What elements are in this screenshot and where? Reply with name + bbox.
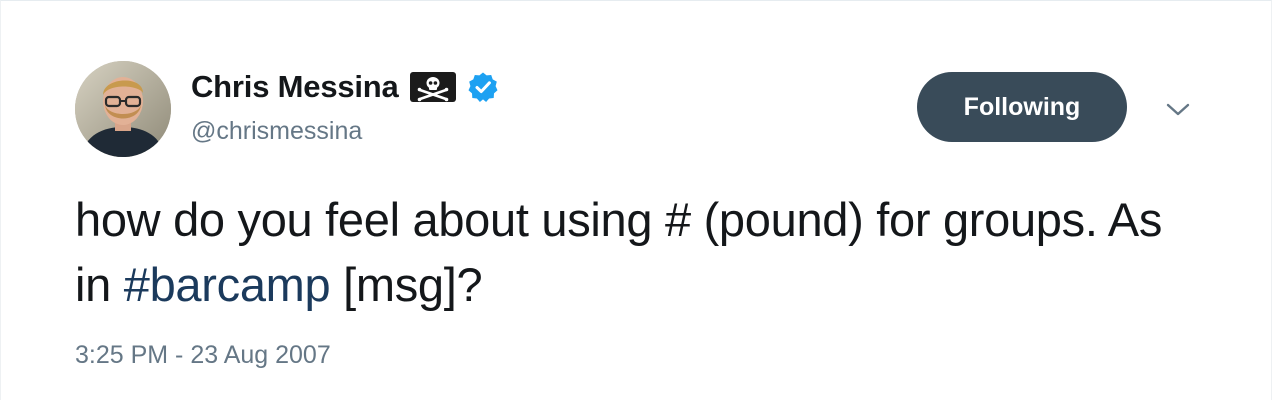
tweet-menu-button[interactable] — [1161, 96, 1195, 124]
tweet-text: how do you feel about using # (pound) fo… — [75, 187, 1195, 317]
author-display-name[interactable]: Chris Messina — [191, 69, 399, 105]
tweet-timestamp[interactable]: 3:25 PM - 23 Aug 2007 — [75, 341, 331, 370]
tweet-card: Chris Messina @chrismessina Following ho… — [0, 0, 1272, 400]
avatar[interactable] — [75, 61, 171, 157]
hashtag-link[interactable]: #barcamp — [124, 258, 331, 311]
chevron-down-icon — [1166, 103, 1190, 116]
author-handle[interactable]: @chrismessina — [191, 117, 362, 146]
author-name-row: Chris Messina — [191, 67, 499, 107]
pirate-flag-icon — [409, 71, 457, 103]
avatar-photo — [75, 61, 171, 157]
verified-badge-icon — [467, 71, 499, 103]
following-button[interactable]: Following — [917, 72, 1127, 142]
tweet-text-after: [msg]? — [330, 258, 483, 311]
